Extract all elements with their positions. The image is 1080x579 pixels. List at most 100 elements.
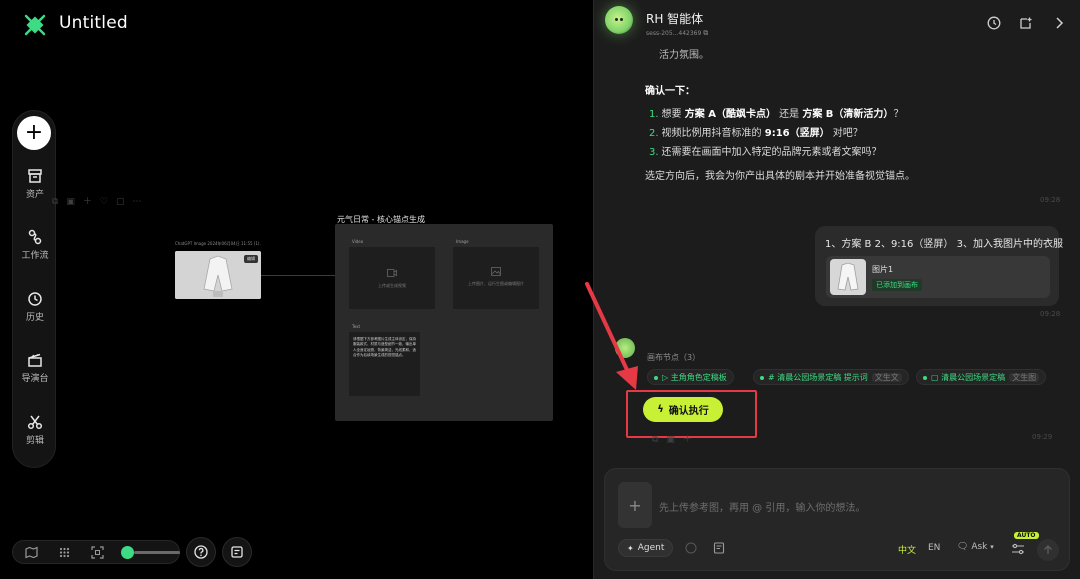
timestamp: 09:28 (1040, 196, 1061, 204)
user-message-text: 1、方案 B 2、9:16（竖屏） 3、加入我图片中的衣服 (825, 239, 1063, 250)
chevron-down-icon: ▾ (990, 543, 994, 551)
chip-text: ▷ 主角角色定稿板 (662, 373, 727, 382)
clapperboard-icon (28, 353, 42, 367)
chip-text: # 清晨公园场景定稿 提示词 (768, 373, 868, 382)
node-chip[interactable]: ▷ 主角角色定稿板 (647, 369, 734, 385)
photo-node-title: ChatGPT Image 2024年06月04日 11:55 (1).png (175, 241, 261, 246)
document-icon[interactable] (713, 542, 725, 554)
partial-message-text: 活力氛围。 (659, 50, 709, 61)
node-body: 请根据下方参考图片生成主体设定，保持服装款式、材质与造型细节一致，输出单人全身定… (353, 337, 416, 357)
list-bold: 方案 A（酷飒卡点） (684, 109, 776, 120)
notes-button[interactable] (222, 537, 252, 567)
toolbar-item-assets[interactable]: 资产 (13, 168, 57, 200)
node-connector (261, 275, 335, 276)
agent-avatar-small (615, 338, 635, 358)
prompt-input[interactable]: 先上传参考图，再用 @ 引用，输入你的想法。 (659, 499, 865, 514)
user-message: 1、方案 B 2、9:16（竖屏） 3、加入我图片中的衣服 图片1 已添加到画布 (815, 226, 1063, 306)
send-icon (1044, 545, 1052, 554)
chat-bubble-icon: 🗨 (957, 542, 969, 552)
closing-text: 选定方向后，我会为你产出具体的剧本并开始准备视觉锚点。 (645, 171, 915, 182)
fit-view-icon[interactable] (91, 546, 104, 559)
attachment-thumbnail (830, 259, 866, 295)
chip-tag: 文生文 (871, 373, 902, 382)
text-node[interactable]: Text 请根据下方参考图片生成主体设定，保持服装款式、材质与造型细节一致，输出… (349, 324, 420, 396)
upload-reference-button[interactable]: + (618, 482, 652, 528)
settings-sliders-icon[interactable] (1011, 543, 1025, 555)
session-id: sess-205...442369 ⧉ (646, 29, 708, 38)
toolbar-item-history[interactable]: 历史 (13, 291, 57, 323)
smiley-icon[interactable] (685, 542, 697, 554)
map-icon[interactable] (25, 546, 38, 559)
list-text: ？ (893, 109, 904, 120)
clock-icon (28, 292, 42, 306)
node-header: Video (352, 239, 364, 244)
agent-mode-label: Agent (637, 543, 665, 553)
language-en[interactable]: EN (928, 543, 940, 553)
message-actions[interactable]: ⧉▣＋♡▢⋯ (52, 194, 150, 207)
chevron-right-icon[interactable] (1054, 16, 1066, 30)
list-number: 1. (649, 109, 659, 120)
list-item: 1. 想要 方案 A（酷飒卡点） 还是 方案 B（清新活力）？ (649, 105, 903, 120)
grid-icon[interactable] (58, 546, 71, 559)
zoom-slider-track[interactable] (134, 551, 180, 554)
video-node[interactable]: Video 上传或生成视频 (349, 239, 435, 309)
session-id-text: sess-205...442369 (646, 30, 702, 37)
new-chat-icon[interactable] (1019, 16, 1033, 30)
image-node[interactable]: Image 上传图片、运行生图或编辑图片 (453, 239, 539, 309)
list-text: 视频比例用抖音标准的 (661, 128, 765, 139)
list-bold: 方案 B（清新活力） (802, 109, 894, 120)
highlight-box (626, 390, 757, 438)
toolbar-item-label: 资产 (25, 190, 44, 200)
photo-node[interactable]: 编辑 (175, 251, 261, 299)
node-group[interactable]: Video 上传或生成视频 Image 上传图片、运行生图或编辑图片 Text … (335, 224, 553, 421)
timestamp: 09:29 (1032, 433, 1053, 441)
video-icon (387, 269, 397, 277)
toolbar-item-edit[interactable]: 剪辑 (13, 414, 57, 446)
agent-avatar (605, 6, 633, 34)
ask-mode-button[interactable]: 🗨 Ask ▾ (957, 542, 994, 552)
list-text: 对吧？ (829, 128, 863, 139)
toolbar-item-workflow[interactable]: 工作流 (13, 229, 57, 261)
image-icon (491, 267, 501, 276)
chip-text: ▢ 清晨公园场景定稿 (931, 373, 1006, 382)
list-bold: 9:16（竖屏） (764, 128, 830, 139)
toolbar-item-director[interactable]: 导演台 (13, 352, 57, 384)
scissors-icon (27, 415, 43, 430)
message-actions[interactable]: ⧉▣＋ (652, 432, 700, 445)
zoom-slider-handle[interactable] (121, 546, 134, 559)
composer: + 先上传参考图，再用 @ 引用，输入你的想法。 ✦ Agent 中文 EN 🗨 … (604, 468, 1070, 571)
language-zh[interactable]: 中文 (898, 543, 916, 556)
help-icon (194, 545, 208, 559)
agent-name: RH 智能体 (646, 12, 704, 26)
send-button[interactable] (1037, 539, 1059, 561)
node-chip[interactable]: ▢ 清晨公园场景定稿 文生图 (916, 369, 1047, 385)
list-text: 还需要在画面中加入特定的品牌元素或者文案吗？ (661, 147, 882, 158)
workflow-icon (28, 229, 42, 245)
document-title[interactable]: Untitled (59, 13, 128, 33)
copy-icon[interactable]: ⧉ (703, 29, 708, 37)
sparkle-icon: ✦ (627, 543, 634, 553)
app-logo-icon (24, 14, 46, 36)
list-item: 3. 还需要在画面中加入特定的品牌元素或者文案吗？ (649, 143, 882, 158)
toolbar-item-label: 导演台 (21, 374, 49, 384)
node-header: Image (456, 239, 469, 244)
timestamp: 09:28 (1040, 310, 1061, 318)
attachment-name: 图片1 (872, 265, 894, 274)
archive-icon (28, 169, 42, 183)
attachment-card[interactable]: 图片1 已添加到画布 (826, 256, 1050, 298)
node-body: 上传或生成视频 (378, 283, 406, 288)
history-icon[interactable] (987, 16, 1001, 30)
left-toolbar: + 资产 工作流 历史 导演台 剪辑 (12, 110, 56, 468)
help-button[interactable] (186, 537, 216, 567)
auto-badge: AUTO (1014, 532, 1039, 539)
attachment-status-badge: 已添加到画布 (872, 279, 922, 291)
add-node-button[interactable]: + (17, 116, 51, 150)
list-text: 还是 (775, 109, 803, 120)
agent-mode-button[interactable]: ✦ Agent (618, 539, 674, 557)
canvas-nodes-label: 画布节点（3） (647, 353, 701, 362)
node-chip[interactable]: # 清晨公园场景定稿 提示词 文生文 (753, 369, 909, 385)
canvas-controls (12, 540, 180, 564)
edit-tag[interactable]: 编辑 (244, 255, 258, 263)
confirm-heading: 确认一下： (645, 86, 695, 97)
list-number: 2. (649, 128, 659, 139)
